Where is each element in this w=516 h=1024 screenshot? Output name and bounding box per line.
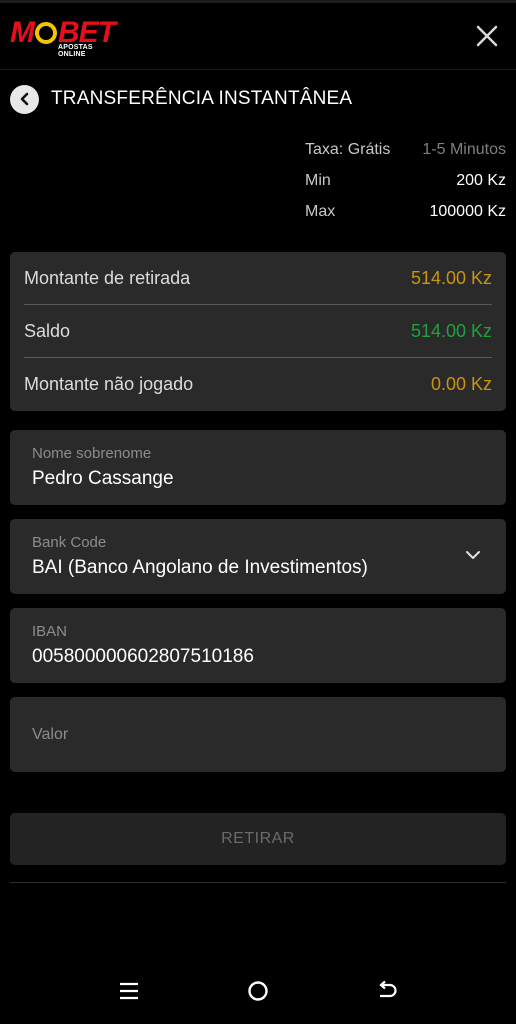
fee-label: Taxa: Grátis xyxy=(305,141,391,158)
name-field-label: Nome sobrenome xyxy=(32,445,152,462)
balance-summary: Montante de retirada 514.00 Kz Saldo 514… xyxy=(10,252,506,411)
back-arrow-icon[interactable] xyxy=(374,978,400,1004)
max-row: Max 100000 Kz xyxy=(305,201,506,232)
bank-code-value[interactable]: BAI (Banco Angolano de Investimentos) xyxy=(32,557,472,579)
divider xyxy=(10,882,506,883)
fee-row: Taxa: Grátis 1-5 Minutos xyxy=(305,139,506,170)
balance-value: 514.00 Kz xyxy=(410,320,492,341)
iban-field-label: IBAN xyxy=(32,623,68,640)
max-value: 100000 Kz xyxy=(429,203,506,220)
min-row: Min 200 Kz xyxy=(305,170,506,201)
unplayed-amount-row: Montante não jogado 0.00 Kz xyxy=(24,358,492,410)
min-value: 200 Kz xyxy=(456,172,506,189)
home-circle-icon[interactable] xyxy=(245,978,271,1004)
amount-placeholder[interactable]: Valor xyxy=(32,726,68,744)
unplayed-amount-label: Montante não jogado xyxy=(24,373,194,394)
withdraw-amount-row: Montante de retirada 514.00 Kz xyxy=(24,252,492,304)
unplayed-amount-value: 0.00 Kz xyxy=(430,373,492,394)
chevron-down-icon[interactable] xyxy=(466,550,480,560)
app-header: M BET APOSTAS ONLINE xyxy=(0,3,516,70)
bank-code-label: Bank Code xyxy=(32,534,107,551)
bank-code-select[interactable]: Bank Code BAI (Banco Angolano de Investi… xyxy=(10,519,506,594)
close-icon[interactable] xyxy=(474,23,500,49)
withdraw-amount-value: 514.00 Kz xyxy=(410,267,492,288)
withdraw-amount-label: Montante de retirada xyxy=(24,267,191,288)
iban-field-value[interactable]: 005800000602807510186 xyxy=(32,646,472,668)
system-nav-bar xyxy=(0,960,516,1024)
name-field-value[interactable]: Pedro Cassange xyxy=(32,468,472,490)
back-button[interactable] xyxy=(10,84,39,114)
fee-time: 1-5 Minutos xyxy=(422,141,506,158)
balance-row: Saldo 514.00 Kz xyxy=(24,305,492,357)
page-title: TRANSFERÊNCIA INSTANTÂNEA xyxy=(51,88,353,109)
withdraw-button[interactable]: RETIRAR xyxy=(10,813,506,865)
max-label: Max xyxy=(305,203,336,220)
chevron-left-icon xyxy=(20,92,28,106)
menu-lines-icon[interactable] xyxy=(116,978,142,1004)
iban-field[interactable]: IBAN 005800000602807510186 xyxy=(10,608,506,683)
amount-field[interactable]: Valor xyxy=(10,697,506,772)
min-label: Min xyxy=(305,172,331,189)
balance-label: Saldo xyxy=(24,320,71,341)
mobet-logo[interactable]: M BET APOSTAS ONLINE xyxy=(10,17,120,59)
logo-subtitle: APOSTAS ONLINE xyxy=(58,44,93,58)
name-field[interactable]: Nome sobrenome Pedro Cassange xyxy=(10,430,506,505)
title-row: TRANSFERÊNCIA INSTANTÂNEA xyxy=(10,84,352,114)
limits-info: Taxa: Grátis 1-5 Minutos Min 200 Kz Max … xyxy=(305,139,506,232)
withdrawal-page: M BET APOSTAS ONLINE TRANSFERÊNCIA INSTAN… xyxy=(0,0,516,1024)
